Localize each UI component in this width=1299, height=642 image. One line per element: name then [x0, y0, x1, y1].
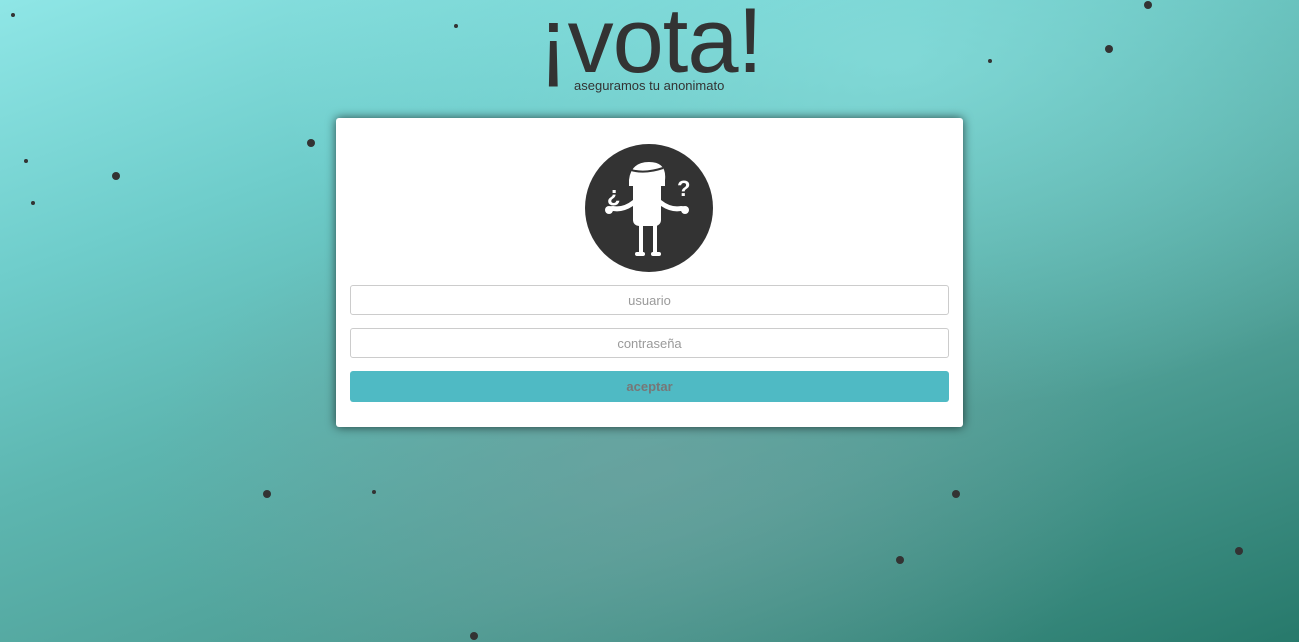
login-card: ¿ ? aceptar — [336, 118, 963, 427]
svg-text:?: ? — [677, 176, 690, 201]
confused-person-icon: ¿ ? — [585, 144, 713, 272]
app-tagline: aseguramos tu anonimato — [574, 78, 725, 93]
submit-button[interactable]: aceptar — [350, 371, 949, 402]
brand-header: ¡vota! aseguramos tu anonimato — [0, 0, 1299, 100]
svg-text:¿: ¿ — [607, 182, 620, 207]
username-input[interactable] — [350, 285, 949, 315]
password-input[interactable] — [350, 328, 949, 358]
